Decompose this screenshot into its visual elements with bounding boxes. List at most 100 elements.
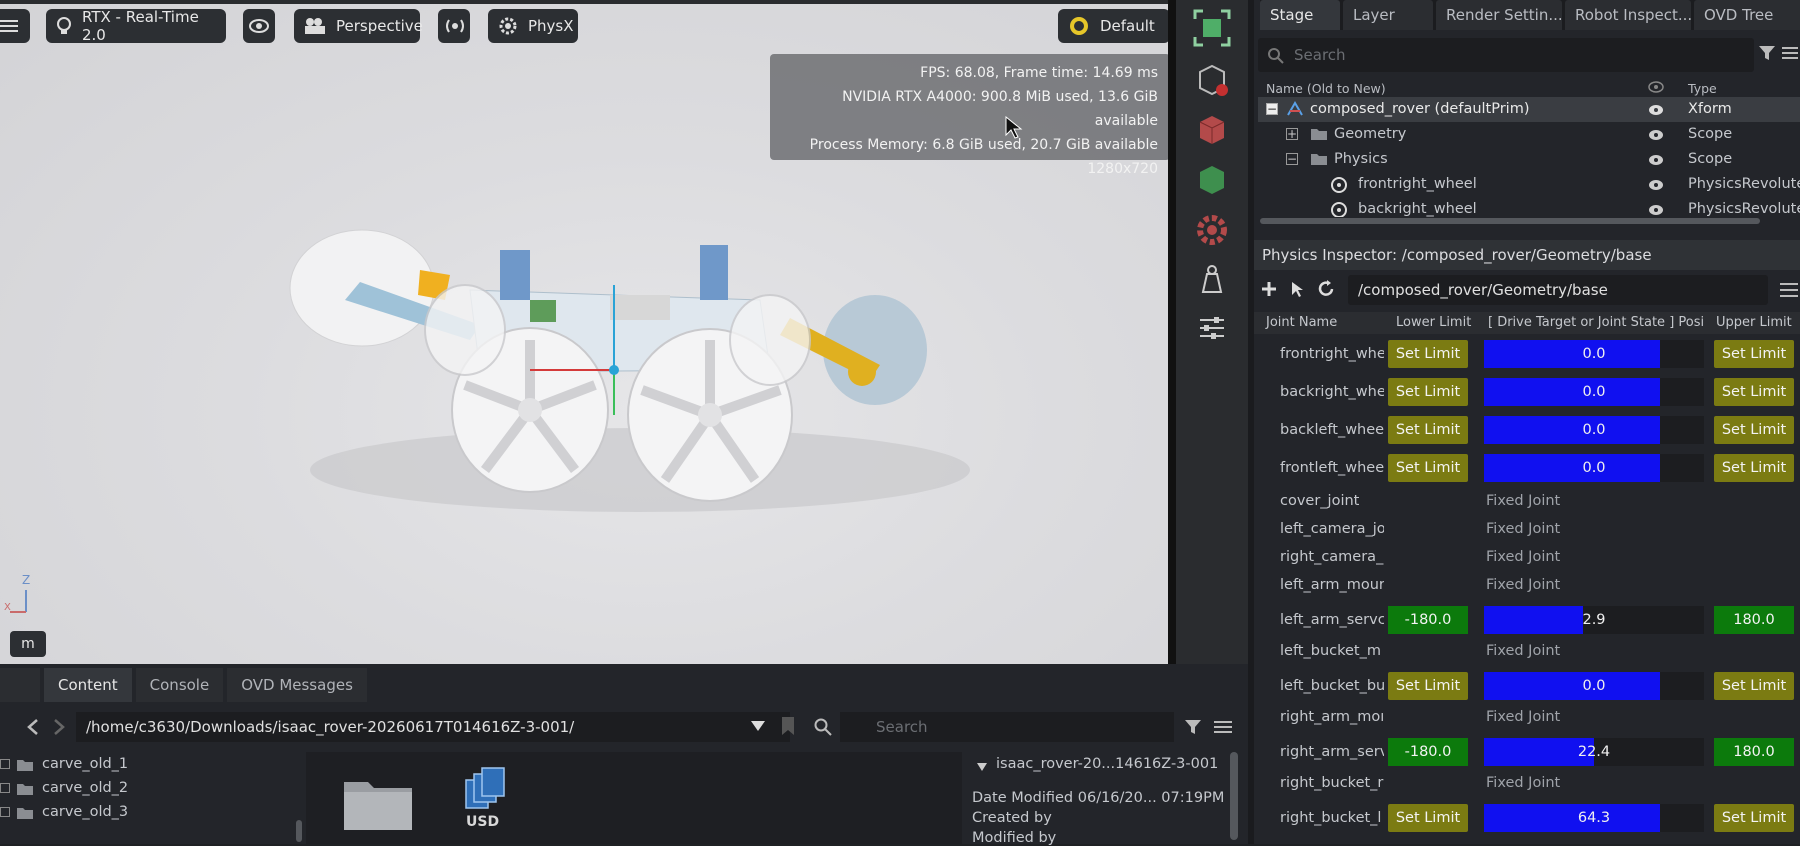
tab-robot-inspector[interactable]: Robot Inspect... [1565,0,1691,30]
drive-target-field[interactable]: 0.0 [1484,378,1704,406]
filter-icon[interactable] [1184,718,1202,736]
forward-arrow-icon[interactable] [52,718,66,736]
tab-content[interactable]: Content [44,668,132,702]
stage-row-frontright-wheel[interactable]: frontright_wheel PhysicsRevolute [1258,172,1800,197]
inspector-path-field[interactable]: /composed_rover/Geometry/base [1348,275,1768,305]
viewport[interactable]: RTX - Real-Time 2.0 Perspective PhysX De… [0,0,1176,664]
visibility-eye-icon[interactable] [1648,179,1664,191]
folder-tree-scrollbar[interactable] [296,820,302,842]
collapse-toggle-icon[interactable]: − [1286,153,1298,165]
renderer-button[interactable]: RTX - Real-Time 2.0 [46,8,226,44]
tab-console[interactable]: Console [135,668,224,702]
set-upper-limit-button[interactable]: Set Limit [1714,416,1794,444]
drive-target-field[interactable]: 64.3 [1484,804,1704,832]
lighting-button[interactable]: Default [1058,9,1170,43]
tab-prev[interactable] [0,668,40,702]
file-grid: USD [306,752,962,844]
joint-name: left_bucket_m [1280,643,1381,659]
drive-target-field[interactable]: 0.0 [1484,454,1704,482]
expand-toggle-icon[interactable] [0,807,10,817]
set-lower-limit-button[interactable]: Set Limit [1388,416,1468,444]
tuning-button[interactable] [1190,306,1234,350]
set-lower-limit-button[interactable]: Set Limit [1388,804,1468,832]
stage-row-backright-wheel[interactable]: backright_wheel PhysicsRevolute [1258,197,1800,217]
select-mode-button[interactable] [1190,6,1234,50]
stage-col-name[interactable]: Name (Old to New) [1266,81,1386,96]
visibility-eye-icon[interactable] [1648,104,1664,116]
content-search-input[interactable]: Search [840,712,1174,742]
drive-target-field[interactable]: 0.0 [1484,672,1704,700]
eye-icon [249,19,269,33]
details-scrollbar[interactable] [1230,752,1238,840]
bookmark-icon[interactable] [780,716,796,736]
drive-target-field[interactable]: 0.0 [1484,340,1704,368]
physics-settings-button[interactable] [1190,208,1234,252]
content-tab-bar: Content Console OVD Messages [0,668,1248,702]
set-upper-limit-button[interactable]: Set Limit [1714,340,1794,368]
physx-label: PhysX [528,17,574,35]
visibility-eye-icon[interactable] [1648,154,1664,166]
stage-row-geometry[interactable]: + Geometry Scope [1258,122,1800,147]
menu-icon[interactable] [1780,282,1798,298]
weight-button[interactable] [1190,258,1234,302]
set-upper-limit-button[interactable]: Set Limit [1714,672,1794,700]
back-arrow-icon[interactable] [26,718,40,736]
stage-row-physics[interactable]: − Physics Scope [1258,147,1800,172]
tab-ovd-tree[interactable]: OVD Tree [1694,0,1800,30]
usd-file-thumbnail[interactable]: USD [458,766,512,836]
camera-button[interactable]: Perspective [294,9,423,43]
physx-button[interactable]: PhysX [488,9,578,43]
visibility-eye-icon[interactable] [1648,129,1664,141]
set-upper-limit-button[interactable]: Set Limit [1714,454,1794,482]
usd-label: USD [466,814,500,830]
expand-toggle-icon[interactable] [0,759,10,769]
add-icon[interactable] [1260,280,1278,298]
collapse-arrow-icon[interactable] [976,762,988,772]
folder-label: carve_old_1 [42,756,129,772]
menu-icon[interactable] [1782,46,1798,60]
set-upper-limit-button[interactable]: Set Limit [1714,378,1794,406]
create-cube-button[interactable] [1190,108,1234,152]
tab-layer[interactable]: Layer [1343,0,1433,30]
pointer-icon[interactable] [1290,280,1306,298]
stage-row-composed-rover[interactable]: − composed_rover (defaultPrim) Xform [1258,97,1800,122]
dropdown-icon[interactable] [750,720,766,732]
refresh-icon[interactable] [1316,279,1336,299]
lightbulb-icon [57,17,71,34]
audio-button[interactable] [438,9,470,43]
folder-label: carve_old_2 [42,780,129,796]
unit-badge[interactable]: m [10,631,46,657]
upper-limit-value[interactable]: 180.0 [1714,738,1794,766]
upper-limit-value[interactable]: 180.0 [1714,606,1794,634]
stage-col-type[interactable]: Type [1688,81,1717,96]
stage-horizontal-scrollbar[interactable] [1260,218,1760,224]
set-lower-limit-button[interactable]: Set Limit [1388,454,1468,482]
folder-thumbnail-icon[interactable] [342,772,414,832]
stage-search-input[interactable]: Search [1258,38,1754,72]
drive-target-value: 0.0 [1582,422,1606,438]
drive-target-field[interactable]: 22.4 [1484,738,1704,766]
set-lower-limit-button[interactable]: Set Limit [1388,378,1468,406]
camera-icon [305,18,325,34]
visibility-eye-icon[interactable] [1648,204,1664,216]
lower-limit-value[interactable]: -180.0 [1388,606,1468,634]
content-path-field[interactable]: /home/c3630/Downloads/isaac_rover-202606… [76,712,790,742]
drive-target-field[interactable]: 2.9 [1484,606,1704,634]
drive-target-field[interactable]: 0.0 [1484,416,1704,444]
expand-toggle-icon[interactable] [0,783,10,793]
set-lower-limit-button[interactable]: Set Limit [1388,672,1468,700]
visibility-button[interactable] [243,9,275,43]
set-lower-limit-button[interactable]: Set Limit [1388,340,1468,368]
remove-prim-button[interactable] [1190,58,1234,102]
tab-stage[interactable]: Stage [1260,0,1340,30]
expand-toggle-icon[interactable]: + [1286,128,1298,140]
collapse-toggle-icon[interactable]: − [1266,103,1278,115]
viewport-settings-button[interactable] [0,9,30,43]
lower-limit-value[interactable]: -180.0 [1388,738,1468,766]
set-upper-limit-button[interactable]: Set Limit [1714,804,1794,832]
tab-ovd-messages[interactable]: OVD Messages [227,668,367,702]
filter-icon[interactable] [1758,44,1776,62]
tab-render-settings[interactable]: Render Settin... [1436,0,1562,30]
menu-icon[interactable] [1214,720,1232,734]
create-green-cube-button[interactable] [1190,158,1234,202]
